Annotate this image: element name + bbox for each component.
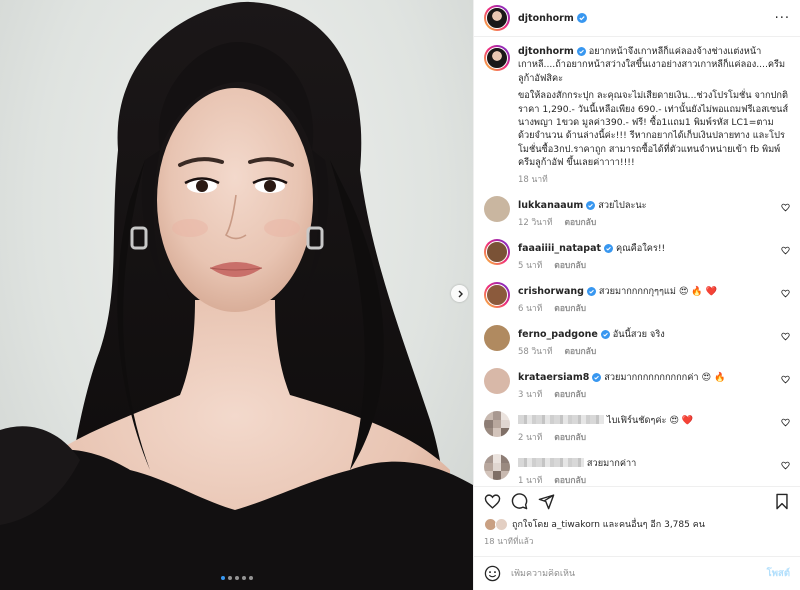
comment-text: สวยไปละนะ bbox=[598, 200, 647, 212]
post-header: djtonhorm ··· bbox=[474, 0, 800, 37]
comment-item: krataersiam8 สวยมากกกกกกกกกกค่า 😍 🔥 3 นาท… bbox=[484, 368, 790, 402]
next-slide-button[interactable] bbox=[451, 285, 468, 302]
comment-input[interactable] bbox=[511, 568, 757, 579]
comment-avatar[interactable] bbox=[484, 325, 510, 352]
carousel-indicator bbox=[0, 576, 473, 580]
heart-icon[interactable] bbox=[781, 375, 790, 387]
reply-button[interactable]: ตอบกลับ bbox=[554, 476, 586, 486]
comment-avatar[interactable] bbox=[484, 368, 510, 395]
comment-time: 2 นาที bbox=[518, 433, 543, 444]
post-side-panel: djtonhorm ··· djtonhorm อยากหน้าจึงเกาหล… bbox=[473, 0, 800, 590]
caption: djtonhorm อยากหน้าจึงเกาหลีก็แค่ลองจ้างช… bbox=[484, 45, 790, 187]
comment-icon[interactable] bbox=[511, 493, 528, 510]
comment-text: สวยมากค่าา bbox=[586, 458, 637, 470]
comment-avatar[interactable] bbox=[484, 239, 510, 266]
comment-avatar-redacted[interactable] bbox=[484, 454, 510, 481]
comment-text: สวยมากกกกกุๆๆแม่ 😍 🔥 ❤️ bbox=[598, 286, 718, 298]
comment-thread: lukkanaaum สวยไปละนะ 12 วินาที ตอบกลับ faaa… bbox=[484, 196, 790, 486]
chevron-right-icon bbox=[458, 290, 463, 297]
comment-time: 3 นาที bbox=[518, 390, 543, 401]
comment-avatar[interactable] bbox=[484, 282, 510, 309]
comment-item: สวยมากค่าา 1 นาที ตอบกลับ bbox=[484, 454, 790, 486]
more-icon[interactable]: ··· bbox=[775, 11, 790, 26]
reply-button[interactable]: ตอบกลับ bbox=[564, 218, 596, 228]
comment-time: 1 นาที bbox=[518, 476, 543, 486]
emoji-icon[interactable] bbox=[484, 565, 501, 582]
comment-text: คุณคือใคร!! bbox=[615, 243, 666, 255]
heart-icon[interactable] bbox=[781, 203, 790, 215]
comment-username[interactable]: crishorwang bbox=[518, 286, 584, 297]
verified-badge-icon bbox=[592, 373, 602, 383]
caption-line-2: ขอให้ลองสักกระปุก ละคุณจะไม่เสียดายเงิน.… bbox=[518, 90, 789, 169]
comment-text: สวยมากกกกกกกกกกค่า 😍 🔥 bbox=[604, 372, 726, 384]
add-comment-bar: โพสต์ bbox=[474, 556, 800, 590]
heart-icon[interactable] bbox=[781, 461, 790, 473]
comment-username-redacted[interactable] bbox=[518, 415, 604, 425]
reply-button[interactable]: ตอบกลับ bbox=[564, 347, 596, 357]
post-photo bbox=[0, 1, 473, 590]
comment-item: ferno_padgone อันนี้สวย จริง 58 วินาที ตอบ… bbox=[484, 325, 790, 359]
carousel-dot bbox=[248, 576, 253, 580]
heart-icon[interactable] bbox=[781, 418, 790, 430]
caption-time: 18 นาที bbox=[518, 174, 548, 185]
bookmark-icon[interactable] bbox=[774, 493, 790, 510]
post-time: 18 นาทีที่แล้ว bbox=[484, 536, 534, 546]
reply-button[interactable]: ตอบกลับ bbox=[554, 261, 586, 271]
action-bar bbox=[474, 486, 800, 516]
reply-button[interactable]: ตอบกลับ bbox=[554, 304, 586, 314]
comment-avatar-redacted[interactable] bbox=[484, 411, 510, 438]
heart-icon[interactable] bbox=[484, 493, 501, 510]
verified-badge-icon bbox=[576, 47, 586, 56]
heart-icon[interactable] bbox=[781, 289, 790, 301]
caption-text: djtonhorm อยากหน้าจึงเกาหลีก็แค่ลองจ้างช… bbox=[518, 45, 790, 187]
verified-badge-icon bbox=[576, 13, 587, 23]
comment-username[interactable]: lukkanaaum bbox=[518, 200, 583, 211]
author-avatar[interactable] bbox=[484, 5, 510, 31]
verified-badge-icon bbox=[586, 287, 596, 297]
comment-time: 5 นาที bbox=[518, 261, 543, 272]
share-icon[interactable] bbox=[538, 493, 555, 510]
post-media[interactable] bbox=[0, 0, 473, 590]
comment-username[interactable]: krataersiam8 bbox=[518, 372, 589, 383]
liker-avatar bbox=[495, 517, 508, 531]
carousel-dot bbox=[227, 576, 232, 580]
comment-time: 12 วินาที bbox=[518, 218, 553, 229]
comment-time: 58 วินาที bbox=[518, 347, 553, 358]
comment-item: crishorwang สวยมากกกกกุๆๆแม่ 😍 🔥 ❤️ 6 นาท… bbox=[484, 282, 790, 316]
instagram-post-viewer: djtonhorm ··· djtonhorm อยากหน้าจึงเกาหล… bbox=[0, 0, 800, 590]
comment-text: อันนี้สวย จริง bbox=[612, 329, 665, 341]
comments-list[interactable]: djtonhorm อยากหน้าจึงเกาหลีก็แค่ลองจ้างช… bbox=[474, 37, 800, 486]
heart-icon[interactable] bbox=[781, 332, 790, 344]
comment-username[interactable]: ferno_padgone bbox=[518, 329, 598, 340]
comment-item: faaaiiii_natapat คุณคือใคร!! 5 นาที ตอบกลั… bbox=[484, 239, 790, 273]
verified-badge-icon bbox=[586, 201, 596, 211]
comment-text: ไบเฟิร์นชัดๆค่ะ 😍 ❤️ bbox=[606, 415, 694, 427]
heart-icon[interactable] bbox=[781, 246, 790, 258]
likes-text: ถูกใจโดย a_tiwakorn และคนอื่นๆ อีก 3,785… bbox=[512, 520, 705, 530]
comment-avatar[interactable] bbox=[484, 196, 510, 223]
carousel-dot bbox=[241, 576, 246, 580]
carousel-dot bbox=[234, 576, 239, 580]
author-username[interactable]: djtonhorm bbox=[518, 13, 574, 24]
verified-badge-icon bbox=[604, 244, 614, 254]
comment-time: 6 นาที bbox=[518, 304, 543, 315]
caption-avatar[interactable] bbox=[484, 45, 510, 71]
carousel-dot bbox=[220, 576, 225, 580]
comment-username-redacted[interactable] bbox=[518, 458, 584, 468]
comment-item: lukkanaaum สวยไปละนะ 12 วินาที ตอบกลับ bbox=[484, 196, 790, 230]
verified-badge-icon bbox=[600, 330, 610, 340]
likes-row[interactable]: ถูกใจโดย a_tiwakorn และคนอื่นๆ อีก 3,785… bbox=[474, 516, 800, 532]
comment-item: ไบเฟิร์นชัดๆค่ะ 😍 ❤️ 2 นาที ตอบกลับ bbox=[484, 411, 790, 445]
post-comment-button[interactable]: โพสต์ bbox=[767, 566, 790, 581]
reply-button[interactable]: ตอบกลับ bbox=[554, 433, 586, 443]
reply-button[interactable]: ตอบกลับ bbox=[554, 390, 586, 400]
caption-username[interactable]: djtonhorm bbox=[518, 46, 574, 57]
comment-username[interactable]: faaaiiii_natapat bbox=[518, 243, 601, 254]
